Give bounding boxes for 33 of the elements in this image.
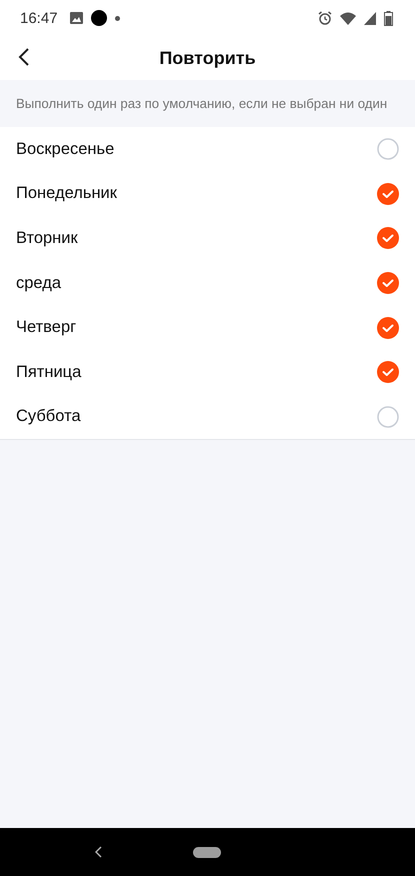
dot-icon [114,16,120,20]
hint-text: Выполнить один раз по умолчанию, если не выбран ни один [16,96,388,111]
day-label: Суббота [16,407,81,426]
checked-checkbox[interactable] [377,361,399,384]
battery-icon [384,10,393,26]
image-icon [70,12,83,24]
day-label: среда [16,274,62,293]
day-label: Воскресенье [16,140,114,159]
checked-checkbox[interactable] [377,316,399,339]
day-row[interactable]: среда [0,260,415,306]
day-row[interactable]: Воскресенье [0,127,415,172]
unchecked-checkbox[interactable] [377,138,399,160]
day-row[interactable]: Суббота [0,394,415,440]
unchecked-checkbox[interactable] [377,406,399,428]
alarm-icon [318,11,332,25]
day-row[interactable]: Пятница [0,350,415,395]
day-label: Пятница [16,362,82,382]
checked-checkbox[interactable] [377,227,399,250]
day-label: Вторник [16,228,78,248]
day-row[interactable]: Понедельник [0,172,415,216]
page-title: Повторить [159,48,256,68]
wifi-icon [340,12,356,24]
status-time: 16:47 [20,10,58,26]
signal-icon [364,12,376,24]
day-label: Четверг [16,318,76,338]
dot-icon [90,10,107,26]
checked-checkbox[interactable] [377,182,399,205]
home-button[interactable] [192,846,220,858]
day-row[interactable]: Вторник [0,216,415,261]
back-icon[interactable] [94,846,102,858]
checked-checkbox[interactable] [377,272,399,294]
day-row[interactable]: Четверг [0,305,415,350]
day-label: Понедельник [16,184,117,204]
